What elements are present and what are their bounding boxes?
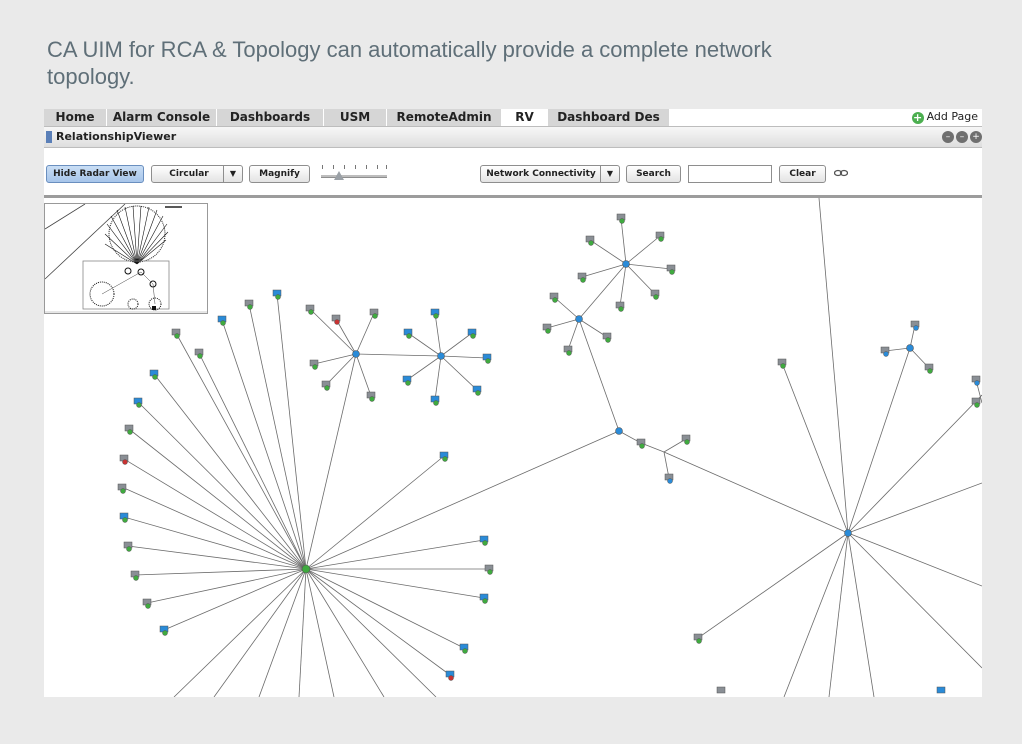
hub-node bbox=[301, 564, 311, 574]
dropdown-arrow-icon: ▼ bbox=[223, 166, 242, 182]
search-input[interactable] bbox=[688, 165, 772, 183]
toolbar: Hide Radar View Circular ▼ Magnify Netwo… bbox=[44, 148, 982, 198]
edge bbox=[221, 319, 307, 570]
hub-node bbox=[906, 344, 914, 352]
edge bbox=[305, 568, 335, 697]
tab-rv[interactable]: RV bbox=[502, 109, 548, 126]
edge bbox=[305, 568, 437, 697]
maximize-icon[interactable]: – bbox=[956, 131, 968, 143]
zoom-slider-thumb[interactable] bbox=[334, 171, 344, 180]
tab-home[interactable]: Home bbox=[44, 109, 107, 126]
edge bbox=[175, 332, 307, 570]
edge bbox=[128, 428, 307, 570]
edge bbox=[248, 303, 307, 570]
edge bbox=[213, 568, 307, 697]
connectivity-select-value: Network Connectivity bbox=[486, 169, 596, 179]
close-icon[interactable]: + bbox=[970, 131, 982, 143]
layout-select-value: Circular bbox=[169, 169, 209, 179]
edge bbox=[163, 568, 307, 631]
edge bbox=[298, 568, 307, 697]
edge bbox=[258, 568, 307, 697]
node bbox=[716, 686, 726, 694]
edge bbox=[137, 401, 307, 570]
minimize-icon[interactable]: – bbox=[942, 131, 954, 143]
caption-text: CA UIM for RCA & Topology can automatica… bbox=[47, 37, 772, 89]
tab-dashboard-des[interactable]: Dashboard Des bbox=[548, 109, 670, 126]
link-icon[interactable] bbox=[834, 168, 848, 178]
search-button[interactable]: Search bbox=[626, 165, 681, 183]
dropdown-arrow-icon: ▼ bbox=[600, 166, 619, 182]
hide-radar-view-button[interactable]: Hide Radar View bbox=[46, 165, 144, 183]
tab-bar: Home Alarm Console Dashboards USM Remote… bbox=[44, 109, 982, 126]
hub-node bbox=[844, 529, 852, 537]
tab-dashboards[interactable]: Dashboards bbox=[217, 109, 324, 126]
hub-node bbox=[352, 350, 360, 358]
edge bbox=[305, 430, 620, 570]
add-page-label: Add Page bbox=[926, 110, 978, 123]
node bbox=[936, 686, 946, 694]
hub-node bbox=[575, 315, 583, 323]
edge bbox=[305, 568, 485, 599]
topology-canvas[interactable] bbox=[44, 198, 982, 697]
magnify-button[interactable]: Magnify bbox=[249, 165, 310, 183]
tab-remoteadmin[interactable]: RemoteAdmin bbox=[387, 109, 502, 126]
tab-usm[interactable]: USM bbox=[324, 109, 387, 126]
node-group bbox=[301, 260, 914, 574]
connectivity-select[interactable]: Network Connectivity ▼ bbox=[480, 165, 620, 183]
leaf-nodes bbox=[117, 213, 981, 694]
add-page-button[interactable]: + Add Page bbox=[911, 109, 978, 126]
hub-node bbox=[622, 260, 630, 268]
portlet-title: RelationshipViewer bbox=[56, 130, 177, 143]
edge bbox=[123, 516, 307, 570]
tab-alarm-console[interactable]: Alarm Console bbox=[107, 109, 217, 126]
edge bbox=[153, 373, 307, 570]
portlet-header: RelationshipViewer – – + bbox=[44, 126, 982, 148]
zoom-slider[interactable] bbox=[319, 162, 389, 184]
edge bbox=[276, 293, 307, 570]
radar-view[interactable] bbox=[44, 203, 208, 314]
portlet-icon bbox=[46, 131, 52, 143]
edge bbox=[173, 568, 307, 697]
hub-node bbox=[615, 427, 623, 435]
app-window: Home Alarm Console Dashboards USM Remote… bbox=[44, 109, 982, 697]
radar-thumbnail bbox=[45, 204, 207, 313]
hub-node bbox=[437, 352, 445, 360]
edge bbox=[305, 539, 485, 570]
clear-button[interactable]: Clear bbox=[779, 165, 826, 183]
edge bbox=[305, 568, 451, 676]
edge bbox=[305, 455, 445, 570]
layout-select[interactable]: Circular ▼ bbox=[151, 165, 243, 183]
add-page-icon: + bbox=[911, 111, 924, 124]
edge bbox=[305, 353, 357, 570]
